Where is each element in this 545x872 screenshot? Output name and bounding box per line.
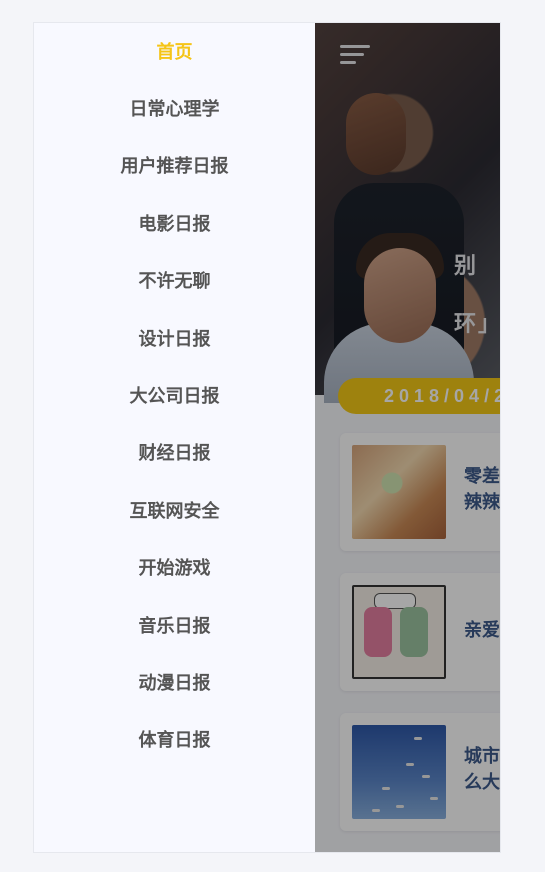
drawer-item-user-recommend[interactable]: 用户推荐日报 <box>34 138 315 195</box>
drawer-item-anime[interactable]: 动漫日报 <box>34 655 315 712</box>
drawer-item-games[interactable]: 开始游戏 <box>34 540 315 597</box>
drawer-item-psychology[interactable]: 日常心理学 <box>34 81 315 138</box>
drawer-item-big-company[interactable]: 大公司日报 <box>34 368 315 425</box>
drawer-item-home[interactable]: 首页 <box>34 23 315 81</box>
drawer-item-movie[interactable]: 电影日报 <box>34 196 315 253</box>
drawer-item-finance[interactable]: 财经日报 <box>34 425 315 482</box>
drawer-item-music[interactable]: 音乐日报 <box>34 598 315 655</box>
drawer-item-design[interactable]: 设计日报 <box>34 311 315 368</box>
drawer-item-sports[interactable]: 体育日报 <box>34 712 315 769</box>
drawer-menu: 首页 日常心理学 用户推荐日报 电影日报 不许无聊 设计日报 大公司日报 财经日… <box>34 23 315 770</box>
drawer-item-not-boring[interactable]: 不许无聊 <box>34 253 315 310</box>
drawer-item-internet-security[interactable]: 互联网安全 <box>34 483 315 540</box>
app-screen: 别 环」 2018/04/2 零差 辣辣 亲爱 城市 么大 首页 日常心理学 用… <box>33 22 501 853</box>
side-drawer: 首页 日常心理学 用户推荐日报 电影日报 不许无聊 设计日报 大公司日报 财经日… <box>34 23 315 852</box>
